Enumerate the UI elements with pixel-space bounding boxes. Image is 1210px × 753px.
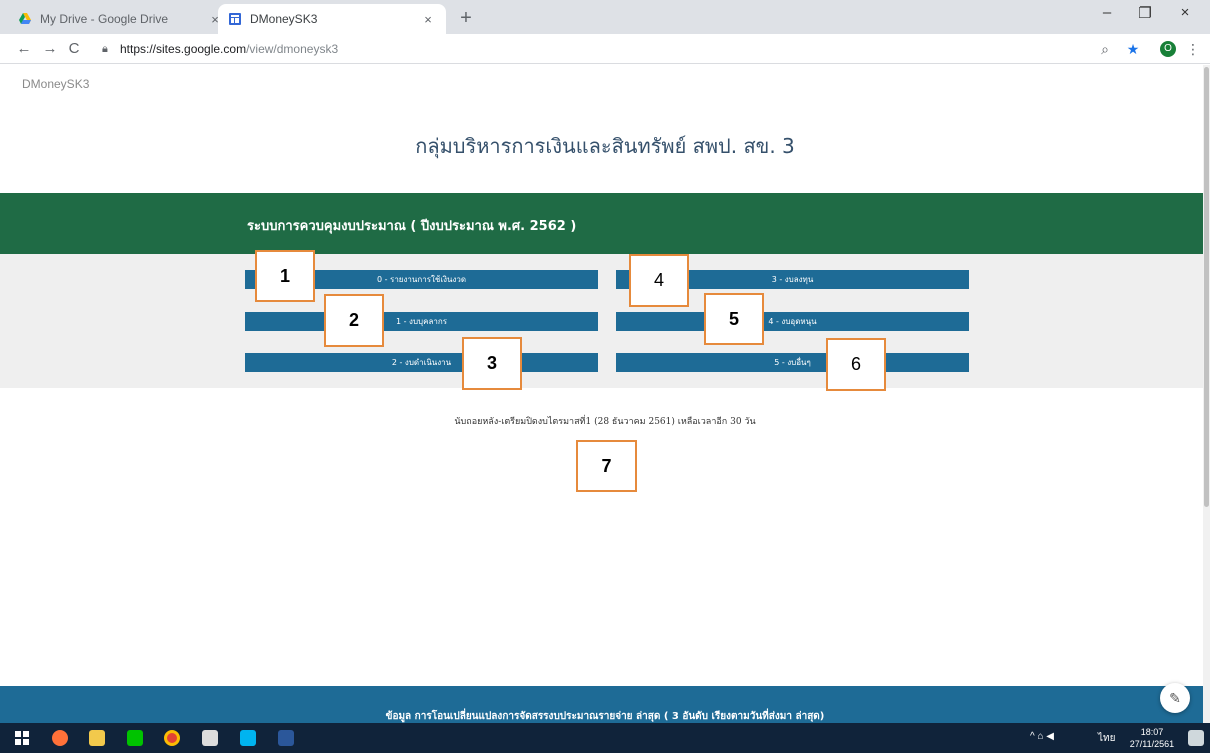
tab-dmoneysk3[interactable]: DMoneySK3 × — [218, 4, 446, 34]
system-tray-icons[interactable]: ^ ⌂ ◀ — [1030, 731, 1054, 742]
taskbar-clock[interactable]: 18:07 27/11/2561 — [1128, 726, 1176, 750]
minimize-button[interactable]: – — [1092, 4, 1122, 21]
file-explorer-icon[interactable] — [89, 730, 105, 746]
transfer-info-section: ข้อมูล การโอนเปลี่ยนแปลงการจัดสรรงบประมา… — [0, 686, 1210, 723]
clock-time: 18:07 — [1140, 727, 1164, 737]
address-bar[interactable]: 🔒︎ https://sites.google.com /view/dmoney… — [102, 38, 1122, 60]
tab-title: DMoneySK3 — [250, 12, 318, 26]
tab-google-drive[interactable]: My Drive - Google Drive × — [8, 4, 233, 34]
restore-button[interactable]: ❐ — [1130, 4, 1160, 22]
google-sites-icon — [229, 13, 241, 25]
annotation-6: 6 — [826, 338, 886, 391]
lock-icon: 🔒︎ — [102, 42, 108, 55]
browser-tab-bar: My Drive - Google Drive × DMoneySK3 × + … — [0, 0, 1210, 34]
notification-icon[interactable] — [1188, 730, 1204, 746]
personnel-budget-button[interactable]: 1 - งบบุคลากร — [245, 312, 598, 331]
firefox-icon[interactable] — [52, 730, 68, 746]
windows-start-icon[interactable] — [14, 730, 30, 746]
annotation-7: 7 — [576, 440, 637, 492]
button-panel — [0, 254, 1210, 388]
operating-budget-button[interactable]: 2 - งบดำเนินงาน — [245, 353, 598, 372]
back-button[interactable]: ← — [14, 39, 34, 59]
browser-toolbar: ← → C 🔒︎ https://sites.google.com /view/… — [0, 34, 1210, 64]
scrollbar-thumb[interactable] — [1204, 67, 1209, 507]
budget-section-title: ระบบการควบคุมงบประมาณ ( ปีงบประมาณ พ.ศ. … — [247, 219, 577, 234]
reload-button[interactable]: C — [64, 39, 84, 59]
page-content: DMoneySK3 กลุ่มบริหารการเงินและสินทรัพย์… — [0, 65, 1210, 723]
annotation-2: 2 — [324, 294, 384, 347]
page-heading: กลุ่มบริหารการเงินและสินทรัพย์ สพป. สข. … — [415, 134, 795, 158]
line-app-icon[interactable] — [127, 730, 143, 746]
budget-section-header: ระบบการควบคุมงบประมาณ ( ปีงบประมาณ พ.ศ. … — [0, 193, 1210, 254]
window-close-button[interactable]: × — [1170, 4, 1200, 21]
annotation-3: 3 — [462, 337, 522, 390]
windows-taskbar: ^ ⌂ ◀ ไทย 18:07 27/11/2561 — [0, 723, 1210, 753]
word-icon[interactable] — [278, 730, 294, 746]
annotation-4: 4 — [629, 254, 689, 307]
forward-button[interactable]: → — [40, 39, 60, 59]
annotation-5: 5 — [704, 293, 764, 345]
page-scrollbar[interactable] — [1203, 65, 1210, 723]
url-path: /view/dmoneysk3 — [246, 42, 339, 56]
menu-dots-icon[interactable]: ⋮ — [1186, 39, 1200, 59]
browser-app-icon[interactable] — [240, 730, 256, 746]
chrome-icon[interactable] — [164, 730, 180, 746]
language-indicator[interactable]: ไทย — [1098, 731, 1115, 746]
transfer-info-title: ข้อมูล การโอนเปลี่ยนแปลงการจัดสรรงบประมา… — [385, 711, 825, 722]
clock-date: 27/11/2561 — [1129, 739, 1175, 749]
bookmark-star-icon[interactable]: ★ — [1124, 39, 1142, 59]
site-name[interactable]: DMoneySK3 — [22, 77, 89, 91]
profile-avatar[interactable]: O — [1160, 41, 1176, 57]
edit-pencil-icon[interactable]: ✎ — [1160, 683, 1190, 713]
calculator-icon[interactable] — [202, 730, 218, 746]
google-drive-icon — [19, 13, 31, 24]
other-budget-button[interactable]: 5 - งบอื่นๆ — [616, 353, 969, 372]
url-host: https://sites.google.com — [120, 42, 247, 56]
annotation-1: 1 — [255, 250, 315, 302]
new-tab-button[interactable]: + — [454, 6, 478, 30]
tab-close-icon[interactable]: × — [420, 12, 436, 27]
tab-title: My Drive - Google Drive — [40, 12, 169, 26]
zoom-icon[interactable]: ⌕ — [1096, 39, 1114, 59]
subsidy-budget-button[interactable]: 4 - งบอุดหนุน — [616, 312, 969, 331]
countdown-text: นับถอยหลัง-เตรียมปิดงบไตรมาสที่1 (28 ธัน… — [454, 417, 756, 427]
